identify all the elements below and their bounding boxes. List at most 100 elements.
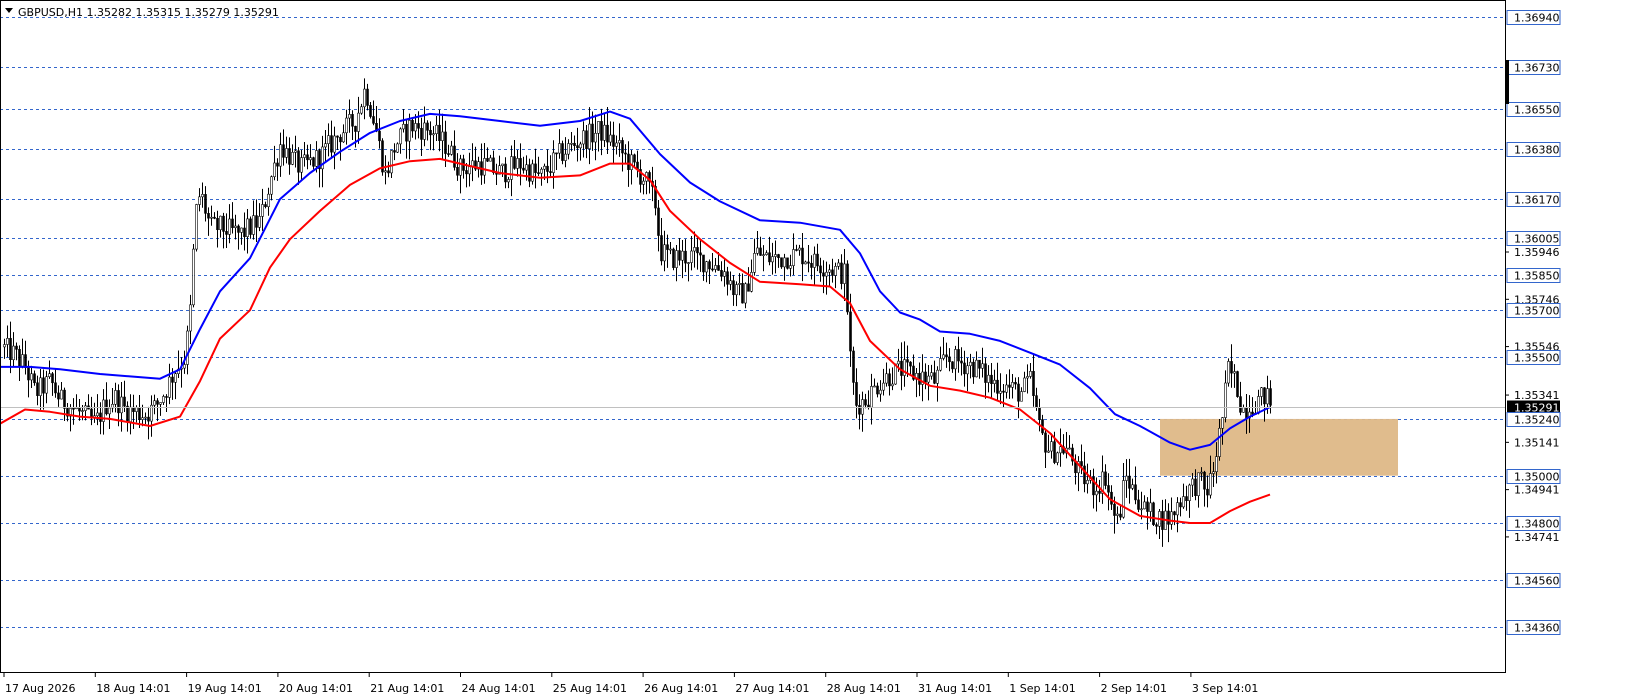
candle-body [270, 176, 273, 195]
candle-body [1080, 461, 1083, 467]
candle-body [951, 361, 954, 370]
candle-body [30, 373, 33, 381]
candle-body [36, 382, 39, 396]
candle-body [1098, 490, 1101, 494]
candle-body [285, 148, 288, 158]
candle-body [873, 385, 876, 388]
candle-body [228, 218, 231, 235]
candle-body [207, 213, 210, 219]
candle-body [891, 383, 894, 387]
candle-body [312, 157, 315, 167]
candle-body [675, 250, 678, 268]
candle-body [330, 135, 333, 153]
candle-body [1230, 361, 1233, 374]
level-label: 1.35700 [1514, 305, 1560, 318]
candle-body [792, 249, 795, 266]
candle-body [519, 158, 522, 169]
candle-body [783, 257, 786, 268]
candle-body [1068, 447, 1071, 450]
candle-body [174, 373, 177, 383]
candle-body [747, 283, 750, 292]
candle-body [411, 120, 414, 132]
candle-body [1020, 391, 1023, 402]
candle-body [936, 369, 939, 384]
candle-body [1236, 371, 1239, 397]
candle-body [705, 261, 708, 273]
price-chart[interactable]: 1.35291 1.359461.357461.355461.353411.35… [0, 0, 1626, 696]
candle-body [870, 386, 873, 408]
candle-body [171, 376, 174, 383]
candle-body [387, 170, 390, 174]
candle-body [81, 410, 84, 412]
candle-body [987, 374, 990, 383]
candle-body [588, 123, 591, 150]
candle-body [741, 283, 744, 304]
candle-body [975, 359, 978, 378]
candle-body [696, 247, 699, 254]
candle-body [1182, 496, 1185, 508]
candle-body [198, 196, 201, 205]
candle-body [252, 215, 255, 235]
candle-body [582, 130, 585, 145]
candle-body [786, 257, 789, 269]
candle-body [549, 171, 552, 173]
candle-body [1047, 450, 1050, 453]
candle-body [1176, 502, 1179, 516]
candle-body [669, 248, 672, 251]
candle-body [837, 262, 840, 267]
candle-body [1266, 388, 1269, 405]
candle-body [165, 396, 168, 398]
candle-body [807, 261, 810, 264]
candle-body [1014, 382, 1017, 385]
candle-body [372, 116, 375, 124]
candle-body [189, 304, 192, 332]
candle-body [432, 133, 435, 136]
candle-body [744, 283, 747, 304]
candle-body [267, 193, 270, 208]
candle-body [897, 360, 900, 365]
candle-body [1146, 501, 1149, 512]
x-tick-label: 3 Sep 14:01 [1192, 682, 1258, 695]
candle-body [828, 269, 831, 273]
candle-body [876, 385, 879, 395]
candle-body [798, 247, 801, 251]
candle-body [957, 349, 960, 362]
candle-body [90, 408, 93, 418]
symbol-title: GBPUSD,H1 1.35282 1.35315 1.35279 1.3529… [18, 6, 279, 19]
candle-body [1233, 371, 1236, 374]
candle-body [534, 163, 537, 173]
candle-body [720, 270, 723, 277]
candle-body [156, 400, 159, 405]
candle-body [117, 390, 120, 414]
x-tick-label: 28 Aug 14:01 [827, 682, 901, 695]
candle-body [378, 130, 381, 142]
candle-body [72, 407, 75, 410]
candle-body [1155, 524, 1158, 527]
candle-body [297, 150, 300, 173]
candle-body [714, 265, 717, 270]
candle-body [537, 172, 540, 174]
candle-body [1008, 384, 1011, 388]
candle-body [810, 262, 813, 268]
candle-body [279, 144, 282, 167]
candle-body [540, 168, 543, 174]
candle-body [864, 399, 867, 406]
candle-body [96, 412, 99, 417]
candle-body [3, 344, 6, 348]
candle-body [264, 204, 267, 208]
candle-body [213, 216, 216, 219]
candle-body [624, 152, 627, 155]
candle-body [39, 377, 42, 396]
candle-body [627, 153, 630, 170]
candle-body [768, 252, 771, 263]
candle-body [234, 225, 237, 228]
candle-body [1125, 475, 1128, 481]
candle-body [906, 359, 909, 363]
candle-body [333, 135, 336, 153]
candle-body [933, 372, 936, 384]
candle-body [1218, 427, 1221, 457]
candle-body [591, 123, 594, 143]
candle-body [567, 143, 570, 155]
candle-body [879, 389, 882, 395]
candle-body [528, 164, 531, 182]
